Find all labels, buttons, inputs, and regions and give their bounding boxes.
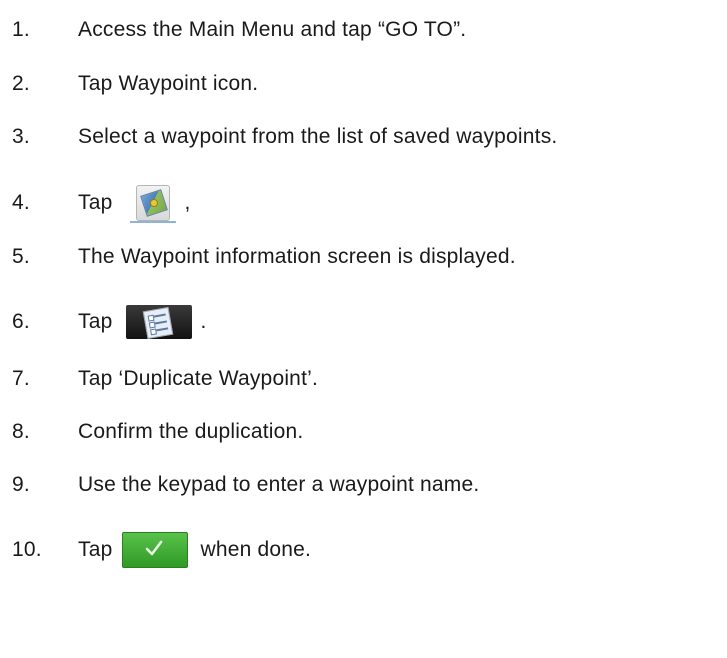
step-text: Tap Waypoint icon. <box>78 72 259 95</box>
step-text-after: when done. <box>200 538 312 561</box>
step-text-after: , <box>184 191 191 214</box>
step-number: 2. <box>12 72 30 95</box>
step-text-before: Tap <box>78 191 113 214</box>
step-text: Confirm the duplication. <box>78 420 304 443</box>
step-number: 8. <box>12 420 30 443</box>
step-number: 9. <box>12 473 30 496</box>
step-number: 3. <box>12 125 30 148</box>
step-text-before: Tap <box>78 310 113 333</box>
step-7: 7. Tap ‘Duplicate Waypoint’. <box>12 357 318 401</box>
step-text: Select a waypoint from the list of saved… <box>78 125 558 148</box>
checkmark-glyph <box>146 540 163 556</box>
step-text: Tap when done. <box>78 532 311 568</box>
step-1: 1. Access the Main Menu and tap “GO TO”. <box>12 8 466 52</box>
step-number: 4. <box>12 191 30 214</box>
menu-list-icon <box>126 305 193 340</box>
step-8: 8. Confirm the duplication. <box>12 410 303 454</box>
step-4: 4. Tap , <box>12 181 191 225</box>
step-number: 7. <box>12 367 30 390</box>
step-number: 1. <box>12 18 30 41</box>
step-number: 5. <box>12 245 30 268</box>
step-text: Tap . <box>78 305 207 340</box>
waypoint-details-icon <box>130 183 177 223</box>
step-text: Tap , <box>78 183 191 223</box>
step-text-after: . <box>200 310 207 333</box>
confirm-check-icon <box>122 532 189 568</box>
step-text: Access the Main Menu and tap “GO TO”. <box>78 18 467 41</box>
step-number: 6. <box>12 310 30 333</box>
step-text: The Waypoint information screen is displ… <box>78 245 516 268</box>
step-text-before: Tap <box>78 538 113 561</box>
step-text: Tap ‘Duplicate Waypoint’. <box>78 367 318 390</box>
step-6: 6. Tap . <box>12 300 207 344</box>
step-2: 2. Tap Waypoint icon. <box>12 62 258 106</box>
step-10: 10. Tap when done. <box>12 528 311 572</box>
step-text: Use the keypad to enter a waypoint name. <box>78 473 480 496</box>
step-5: 5. The Waypoint information screen is di… <box>12 235 516 279</box>
step-3: 3. Select a waypoint from the list of sa… <box>12 115 557 159</box>
instruction-steps: 1. Access the Main Menu and tap “GO TO”.… <box>0 0 727 658</box>
step-9: 9. Use the keypad to enter a waypoint na… <box>12 463 479 507</box>
step-number: 10. <box>12 538 42 561</box>
